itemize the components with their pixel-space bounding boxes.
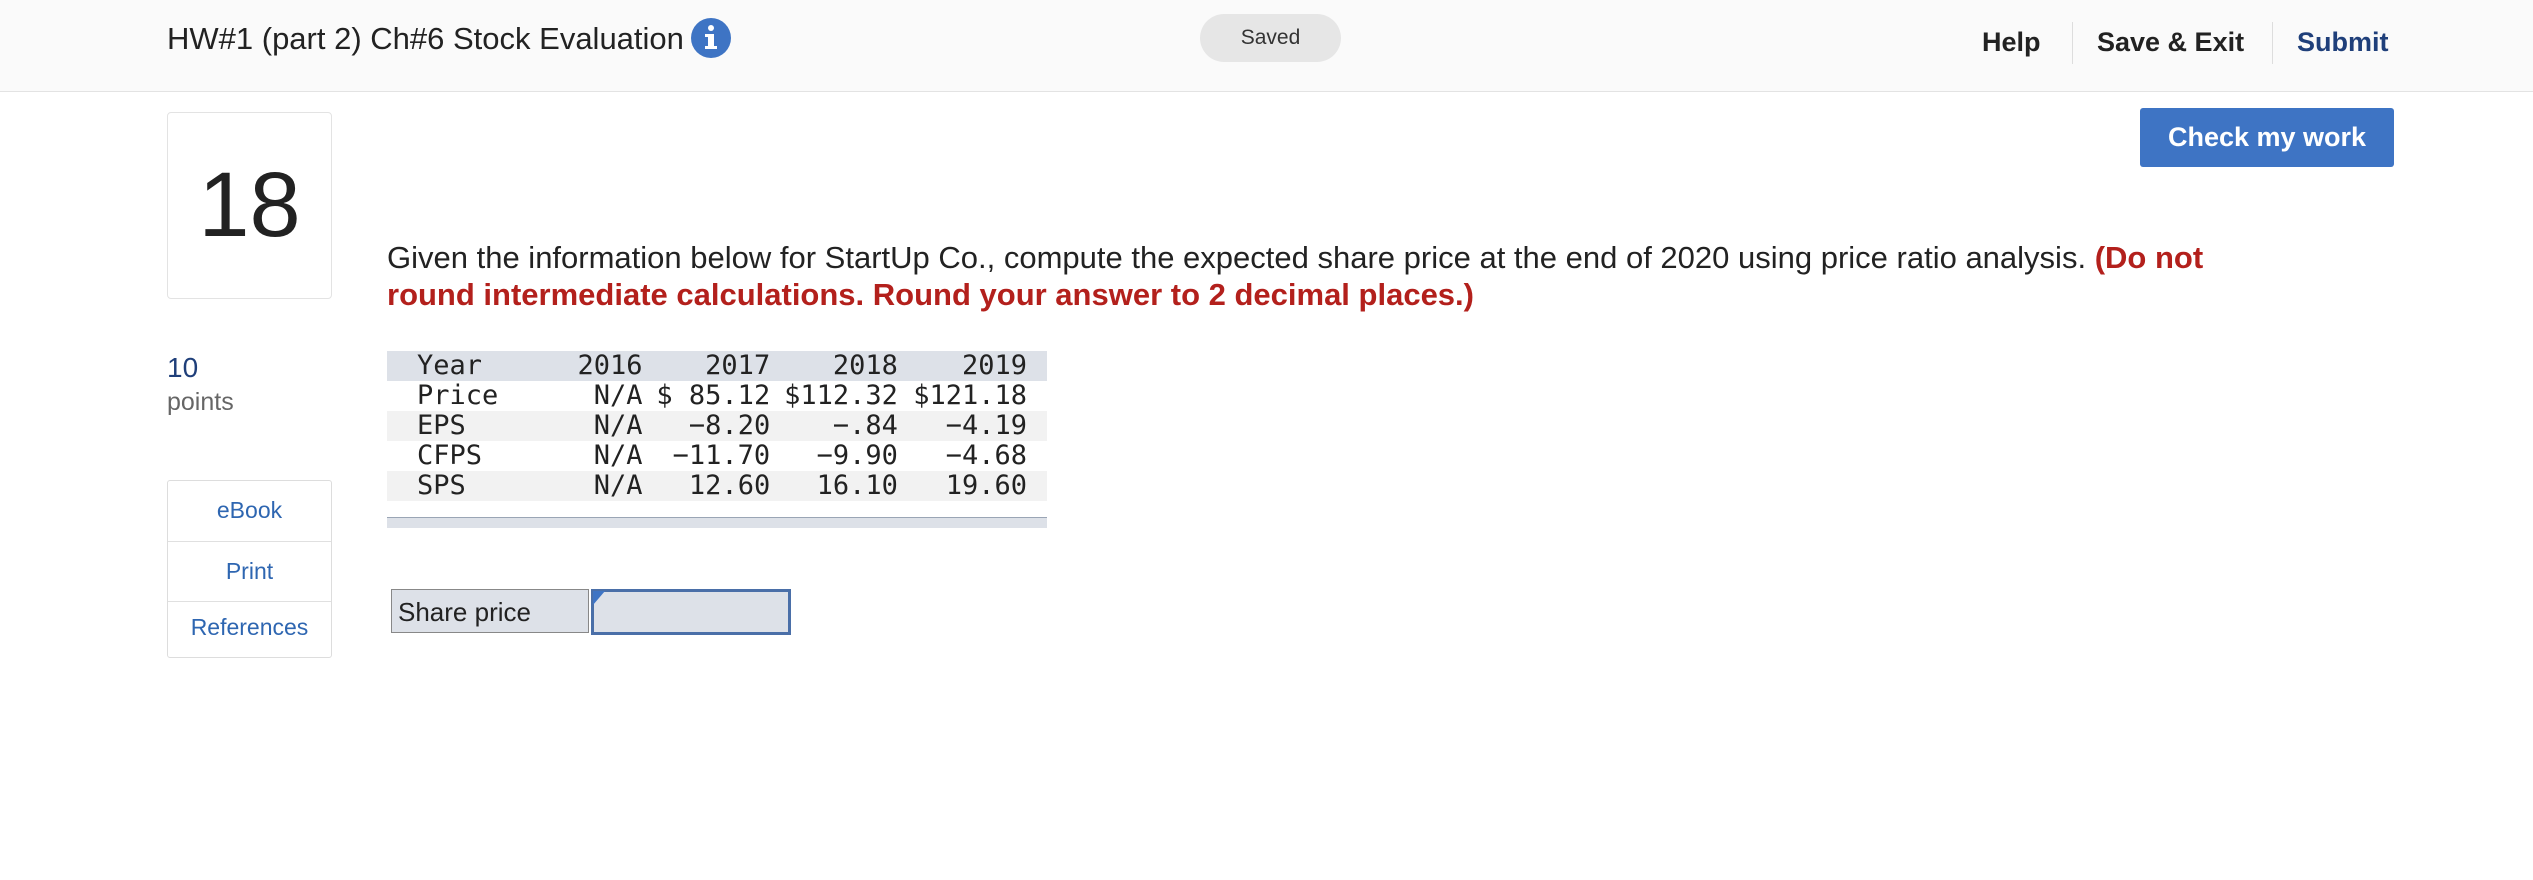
table-cell: −9.90	[816, 440, 898, 471]
check-my-work-button[interactable]: Check my work	[2140, 108, 2394, 167]
resource-divider	[168, 601, 331, 602]
table-cell: −11.70	[672, 440, 771, 471]
assignment-title: HW#1 (part 2) Ch#6 Stock Evaluation	[167, 21, 684, 56]
table-cell: 16.10	[816, 470, 898, 501]
nav-divider	[2272, 22, 2273, 64]
table-row: EPS N/A −8.20 −.84 −4.19	[387, 411, 1047, 441]
help-link[interactable]: Help	[1982, 18, 2041, 66]
table-cell: N/A	[593, 470, 643, 501]
table-header-cell: 2019	[961, 350, 1027, 381]
table-row: CFPS N/A −11.70 −9.90 −4.68	[387, 441, 1047, 471]
table-cell: 19.60	[945, 470, 1027, 501]
print-link[interactable]: Print	[168, 558, 331, 585]
table-cell: N/A	[593, 380, 643, 411]
table-row-label: CFPS	[417, 440, 483, 471]
table-cell: 12.60	[688, 470, 771, 501]
table-row-label: SPS	[417, 470, 466, 501]
question-number: 18	[167, 112, 332, 299]
table-header-cell: 2018	[832, 350, 898, 381]
table-cell: N/A	[593, 410, 643, 441]
table-header-cell: Year	[417, 350, 483, 381]
question-number-text: 18	[198, 154, 301, 256]
info-circle-icon[interactable]	[690, 17, 732, 59]
question-prompt-text: Given the information below for StartUp …	[387, 240, 2087, 275]
references-link[interactable]: References	[168, 614, 331, 641]
table-cell: $ 85.12	[656, 380, 771, 411]
save-status-badge: Saved	[1200, 14, 1341, 62]
question-prompt: Given the information below for StartUp …	[387, 239, 2287, 313]
table-header-cell: 2016	[577, 350, 643, 381]
table-footer-bar	[387, 517, 1047, 528]
table-row-label: EPS	[417, 410, 466, 441]
table-cell: N/A	[593, 440, 643, 471]
submit-link[interactable]: Submit	[2297, 18, 2389, 66]
ebook-link[interactable]: eBook	[168, 497, 331, 524]
points-value: 10	[167, 352, 199, 383]
save-exit-link[interactable]: Save & Exit	[2097, 18, 2244, 66]
table-cell: −8.20	[688, 410, 771, 441]
table-header-cell: 2017	[705, 350, 771, 381]
nav-divider	[2072, 22, 2073, 64]
resource-menu: eBook Print References	[167, 480, 332, 658]
table-row: Price N/A $ 85.12 $112.32 $121.18	[387, 381, 1047, 411]
resource-divider	[168, 541, 331, 542]
table-row-label: Price	[417, 380, 499, 411]
table-cell: $112.32	[784, 380, 898, 411]
table-row: SPS N/A 12.60 16.10 19.60	[387, 471, 1047, 501]
share-price-input[interactable]	[591, 589, 791, 635]
table-cell: −4.68	[945, 440, 1027, 471]
financial-data-table: Year 2016 2017 2018 2019 Price N/A $ 85.…	[387, 351, 1047, 501]
points-label: points	[167, 388, 234, 416]
flag-icon	[593, 591, 605, 605]
table-header-row: Year 2016 2017 2018 2019	[387, 351, 1047, 381]
table-cell: −.84	[832, 410, 898, 441]
share-price-label: Share price	[391, 589, 589, 633]
table-cell: $121.18	[913, 380, 1027, 411]
top-bar: HW#1 (part 2) Ch#6 Stock Evaluation Save…	[0, 0, 2533, 92]
table-cell: −4.19	[945, 410, 1027, 441]
